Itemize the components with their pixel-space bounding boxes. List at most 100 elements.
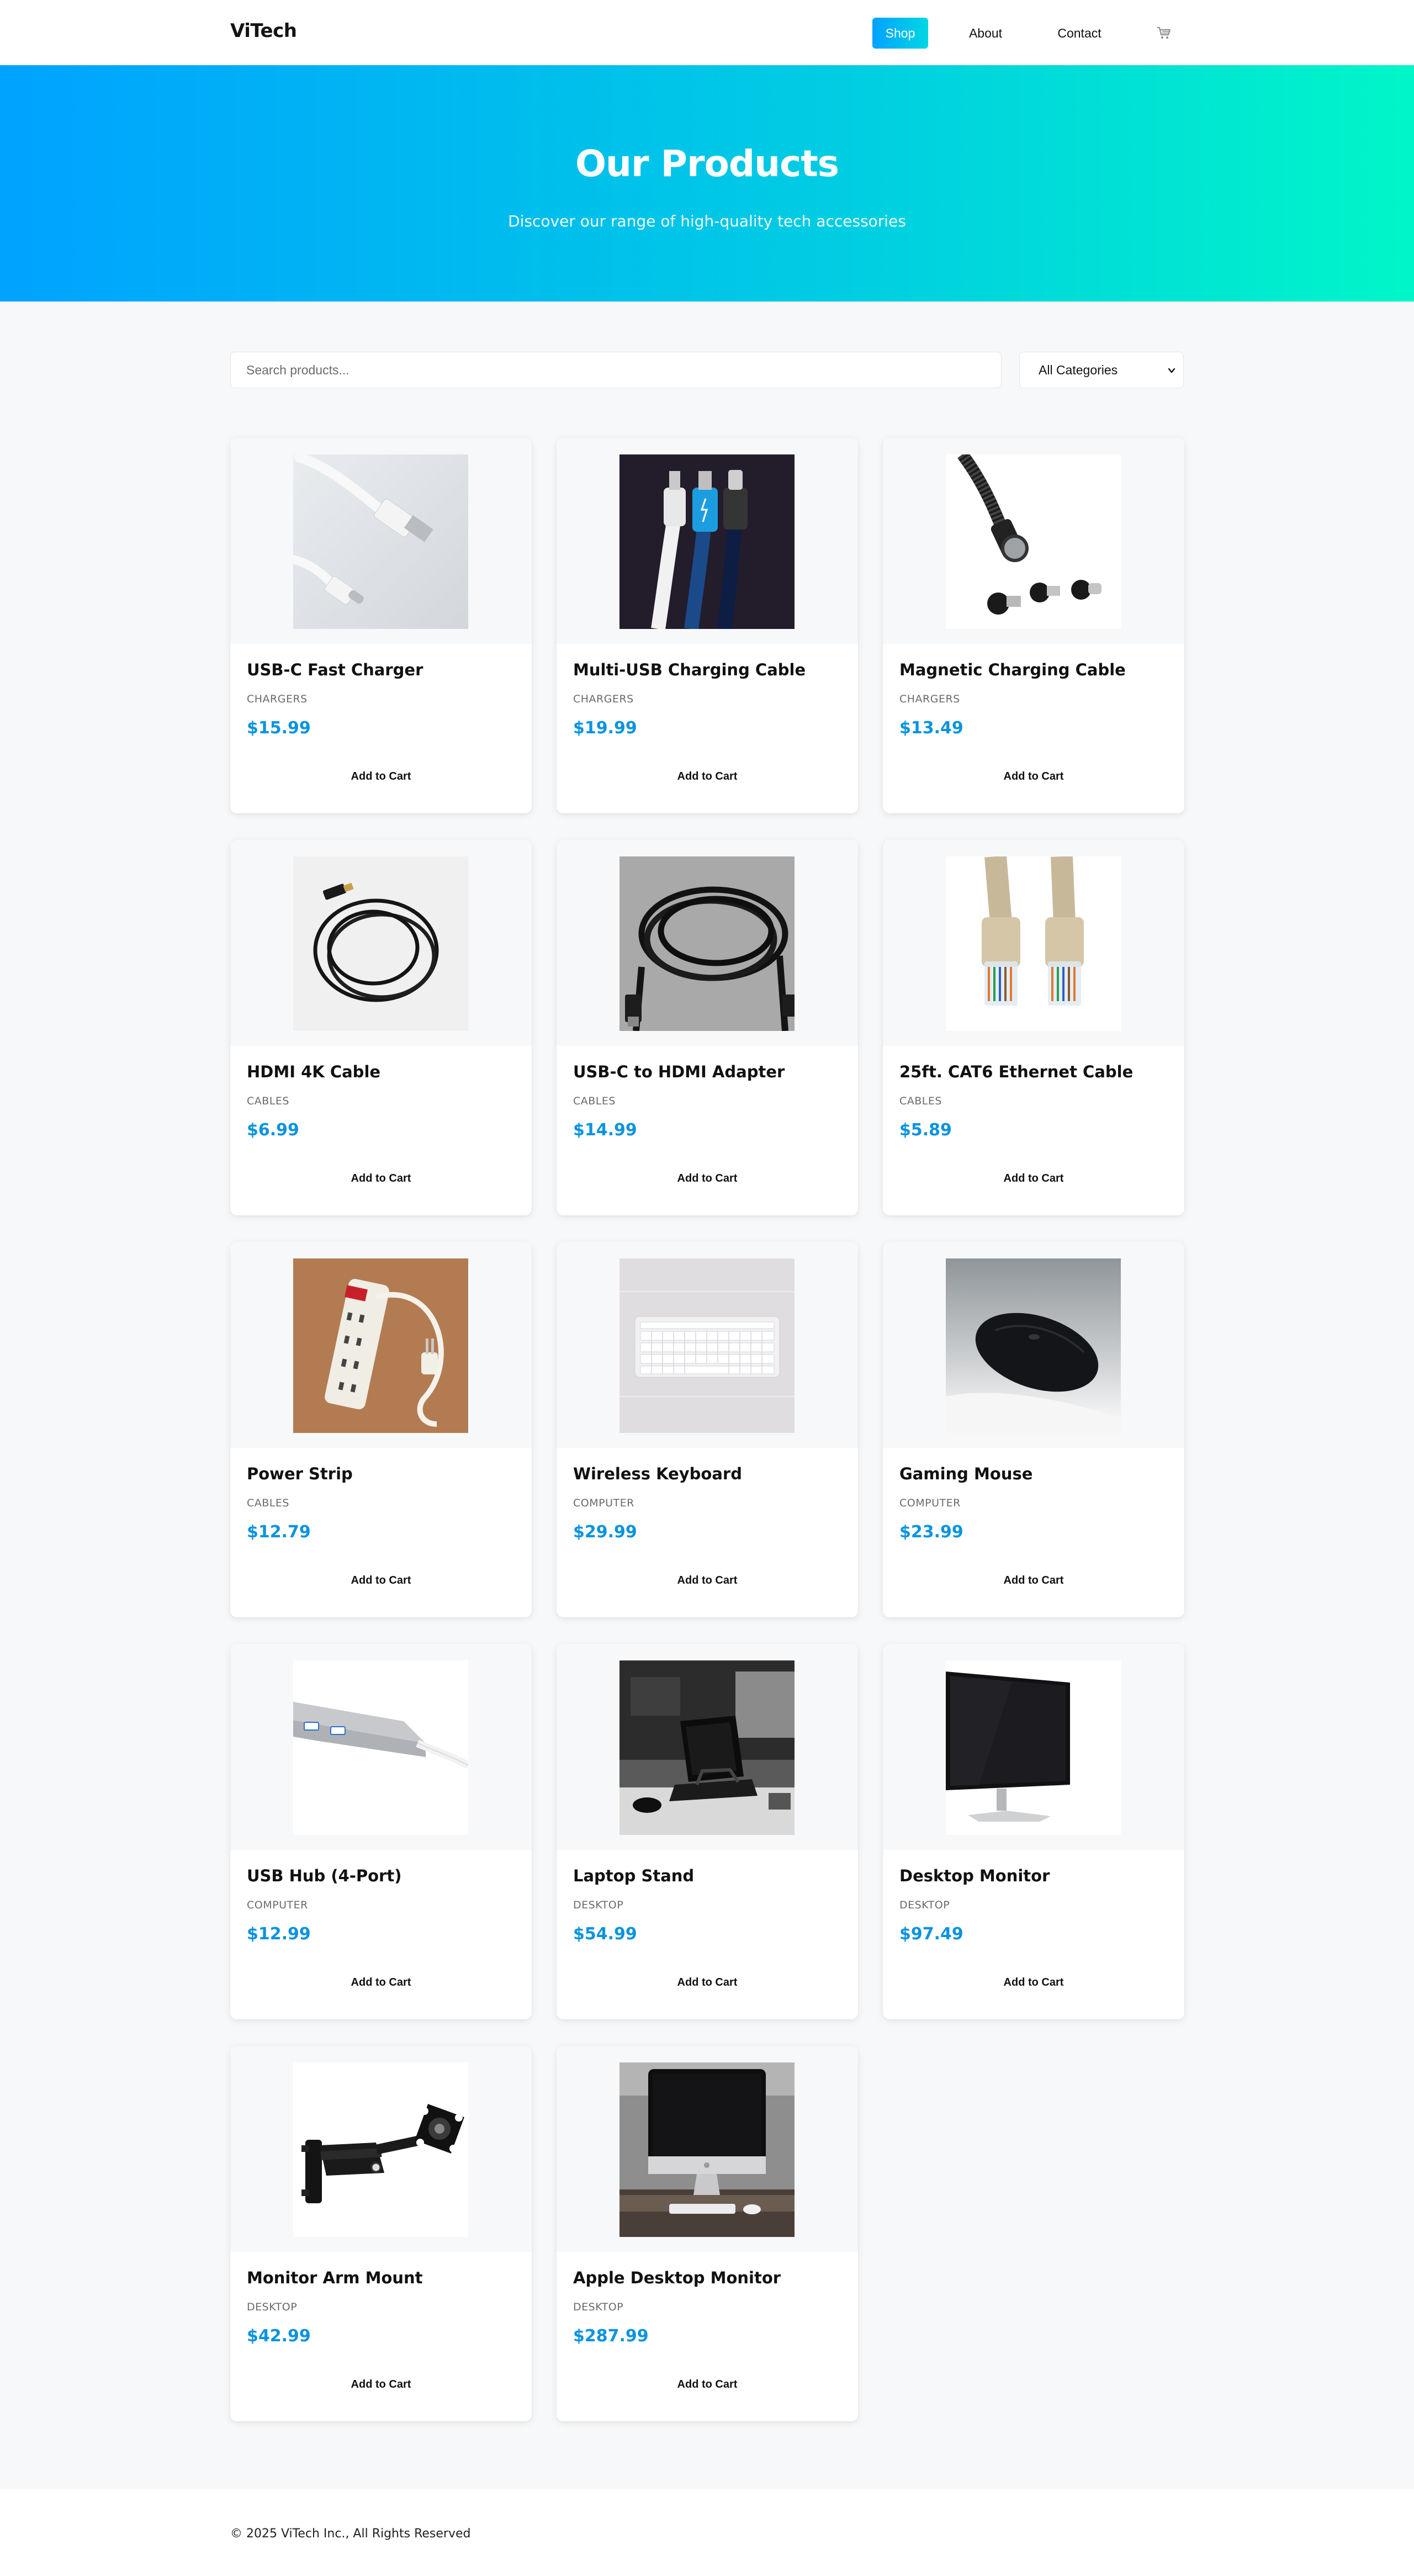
product-price: $29.99: [573, 1522, 637, 1542]
product-image-area: [557, 438, 858, 644]
product-category: CHARGERS: [247, 693, 308, 705]
nav-about-link[interactable]: About: [961, 18, 1010, 49]
product-image-laptop-stand[interactable]: [619, 1660, 795, 1835]
product-image-ethernet-cable[interactable]: [946, 856, 1121, 1031]
product-category: DESKTOP: [573, 2301, 624, 2313]
hero-subtitle: Discover our range of high-quality tech …: [508, 212, 906, 230]
product-image-area: [557, 2046, 858, 2252]
product-image-usb-hub[interactable]: [293, 1660, 468, 1835]
product-card: 25ft. CAT6 Ethernet Cable CABLES $5.89 A…: [883, 840, 1184, 1215]
add-to-cart-button[interactable]: Add to Cart: [247, 1163, 515, 1194]
product-image-area: [230, 2046, 532, 2252]
product-name[interactable]: USB-C Fast Charger: [247, 660, 423, 679]
product-card: Multi-USB Charging Cable CHARGERS $19.99…: [557, 438, 858, 813]
product-price: $42.99: [247, 2326, 311, 2346]
footer: © 2025 ViTech Inc., All Rights Reserved: [0, 2489, 1414, 2576]
product-image-mouse[interactable]: [946, 1258, 1121, 1433]
product-category: COMPUTER: [899, 1497, 961, 1509]
add-to-cart-button[interactable]: Add to Cart: [573, 1565, 841, 1596]
product-image-magnetic-cable[interactable]: [946, 454, 1121, 629]
add-to-cart-button[interactable]: Add to Cart: [899, 761, 1168, 792]
page-title: Our Products: [575, 142, 839, 185]
navbar: ViTech Shop About Contact: [0, 0, 1414, 65]
product-image-usb-c-cable[interactable]: [293, 454, 468, 629]
product-name[interactable]: USB-C to HDMI Adapter: [573, 1062, 785, 1081]
product-card: Power Strip CABLES $12.79 Add to Cart: [230, 1242, 532, 1617]
product-card: Monitor Arm Mount DESKTOP $42.99 Add to …: [230, 2046, 532, 2421]
product-name[interactable]: USB Hub (4-Port): [247, 1866, 401, 1885]
product-name[interactable]: Power Strip: [247, 1464, 353, 1483]
product-name[interactable]: Magnetic Charging Cable: [899, 660, 1126, 679]
product-image-multi-usb-cable[interactable]: [619, 454, 795, 629]
product-price: $15.99: [247, 718, 311, 738]
product-image-area: [883, 1242, 1184, 1448]
add-to-cart-button[interactable]: Add to Cart: [899, 1565, 1168, 1596]
product-image-area: [557, 840, 858, 1046]
add-to-cart-button[interactable]: Add to Cart: [247, 761, 515, 792]
product-category: CABLES: [247, 1497, 289, 1509]
site-logo[interactable]: ViTech: [230, 20, 297, 42]
add-to-cart-button[interactable]: Add to Cart: [899, 1163, 1168, 1194]
product-image-area: [230, 438, 532, 644]
add-to-cart-button[interactable]: Add to Cart: [899, 1967, 1168, 1998]
product-card: USB-C to HDMI Adapter CABLES $14.99 Add …: [557, 840, 858, 1215]
category-select[interactable]: All Categories: [1019, 352, 1184, 388]
product-image-area: [557, 1644, 858, 1850]
product-price: $54.99: [573, 1924, 637, 1944]
product-price: $6.99: [247, 1120, 299, 1140]
product-price: $13.49: [899, 718, 963, 738]
product-image-area: [230, 1644, 532, 1850]
add-to-cart-button[interactable]: Add to Cart: [247, 2369, 515, 2400]
product-price: $5.89: [899, 1120, 952, 1140]
product-name[interactable]: 25ft. CAT6 Ethernet Cable: [899, 1062, 1133, 1081]
nav-contact-link[interactable]: Contact: [1049, 18, 1110, 49]
product-name[interactable]: Monitor Arm Mount: [247, 2268, 423, 2287]
add-to-cart-button[interactable]: Add to Cart: [573, 1163, 841, 1194]
product-image-monitor-arm[interactable]: [293, 2062, 468, 2237]
product-price: $12.79: [247, 1522, 311, 1542]
product-category: DESKTOP: [899, 1899, 950, 1911]
category-select-value: All Categories: [1039, 362, 1118, 377]
product-image-area: [230, 840, 532, 1046]
product-image-area: [230, 1242, 532, 1448]
product-name[interactable]: Multi-USB Charging Cable: [573, 660, 806, 679]
product-image-hdmi-cable[interactable]: [293, 856, 468, 1031]
product-price: $19.99: [573, 718, 637, 738]
product-category: COMPUTER: [573, 1497, 634, 1509]
product-card: USB Hub (4-Port) COMPUTER $12.99 Add to …: [230, 1644, 532, 2019]
nav-shop-link[interactable]: Shop: [872, 18, 928, 49]
product-category: CABLES: [573, 1095, 616, 1107]
product-name[interactable]: Apple Desktop Monitor: [573, 2268, 781, 2287]
product-category: CABLES: [247, 1095, 289, 1107]
add-to-cart-button[interactable]: Add to Cart: [573, 1967, 841, 1998]
product-image-power-strip[interactable]: [293, 1258, 468, 1433]
product-name[interactable]: HDMI 4K Cable: [247, 1062, 380, 1081]
product-category: DESKTOP: [247, 2301, 298, 2313]
product-card: Magnetic Charging Cable CHARGERS $13.49 …: [883, 438, 1184, 813]
product-image-area: [883, 438, 1184, 644]
product-image-monitor[interactable]: [946, 1660, 1121, 1835]
search-input[interactable]: [230, 352, 1002, 388]
product-name[interactable]: Desktop Monitor: [899, 1866, 1050, 1885]
product-name[interactable]: Laptop Stand: [573, 1866, 694, 1885]
add-to-cart-button[interactable]: Add to Cart: [573, 2369, 841, 2400]
product-image-area: [883, 840, 1184, 1046]
product-price: $97.49: [899, 1924, 963, 1944]
product-price: $287.99: [573, 2326, 649, 2346]
product-image-keyboard[interactable]: [619, 1258, 795, 1433]
add-to-cart-button[interactable]: Add to Cart: [247, 1967, 515, 1998]
add-to-cart-button[interactable]: Add to Cart: [573, 761, 841, 792]
product-category: CHARGERS: [573, 693, 634, 705]
cart-icon: [1157, 27, 1171, 39]
product-category: CHARGERS: [899, 693, 960, 705]
product-image-imac[interactable]: [619, 2062, 795, 2237]
product-name[interactable]: Wireless Keyboard: [573, 1464, 742, 1483]
product-name[interactable]: Gaming Mouse: [899, 1464, 1032, 1483]
chevron-down-icon: [1168, 368, 1175, 373]
product-price: $12.99: [247, 1924, 311, 1944]
cart-button[interactable]: [1154, 23, 1174, 43]
product-card: HDMI 4K Cable CABLES $6.99 Add to Cart: [230, 840, 532, 1215]
product-price: $14.99: [573, 1120, 637, 1140]
product-image-coiled-cable[interactable]: [619, 856, 795, 1031]
add-to-cart-button[interactable]: Add to Cart: [247, 1565, 515, 1596]
